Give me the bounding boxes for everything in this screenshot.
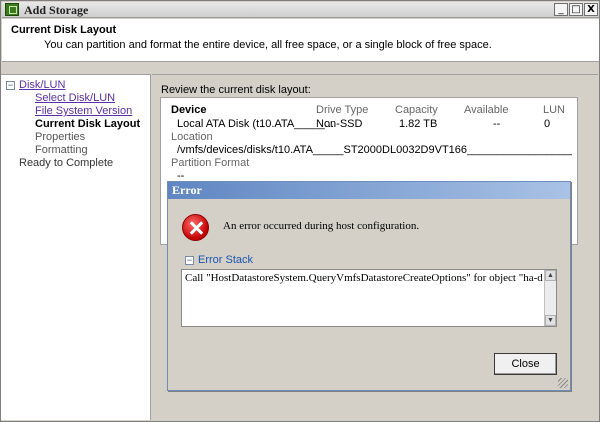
nav-item-disk-lun[interactable]: Disk/LUN <box>19 79 65 91</box>
nav-item-current-disk-layout: Current Disk Layout <box>35 118 141 130</box>
error-stack-collapse-icon[interactable]: − <box>185 256 194 265</box>
minimize-button[interactable]: _ <box>554 3 568 16</box>
app-icon <box>5 3 19 16</box>
col-drive-type: Drive Type <box>316 104 369 116</box>
partition-format-label: Partition Format <box>171 157 250 169</box>
col-device: Device <box>171 104 207 116</box>
error-stack-label[interactable]: Error Stack <box>198 254 253 266</box>
col-available: Available <box>464 104 509 116</box>
location-label: Location <box>171 131 213 143</box>
location-value: /vmfs/devices/disks/t10.ATA_____ST2000DL… <box>177 144 572 156</box>
review-label: Review the current disk layout: <box>161 84 311 96</box>
error-dialog: Error An error occurred during host conf… <box>167 181 571 391</box>
col-capacity: Capacity <box>395 104 438 116</box>
scroll-up-icon[interactable]: ▲ <box>545 270 556 281</box>
error-dialog-title: Error <box>172 183 202 197</box>
nav-collapse-icon[interactable]: − <box>6 81 15 90</box>
error-stack-scrollbar[interactable]: ▲ ▼ <box>544 270 556 326</box>
available-value: -- <box>493 118 501 130</box>
error-dialog-title-bar: Error <box>168 182 570 199</box>
col-lun: LUN <box>543 104 566 116</box>
title-bar: Add Storage _ □ X <box>2 2 599 18</box>
error-icon <box>182 214 209 241</box>
window-title: Add Storage <box>24 3 89 17</box>
nav-item-properties: Properties <box>35 131 86 143</box>
nav-item-ready-to-complete: Ready to Complete <box>19 157 114 169</box>
error-message: An error occurred during host configurat… <box>223 220 420 232</box>
nav-item-file-system-version[interactable]: File System Version <box>35 105 132 117</box>
wizard-header: Current Disk Layout You can partition an… <box>2 19 599 62</box>
close-button[interactable]: Close <box>494 353 557 375</box>
error-stack-textbox[interactable]: Call "HostDatastoreSystem.QueryVmfsDatas… <box>181 269 557 327</box>
scroll-down-icon[interactable]: ▼ <box>545 315 556 326</box>
lun-value: 0 <box>544 118 551 130</box>
close-window-button[interactable]: X <box>584 3 598 16</box>
drive-type-value: Non-SSD <box>316 118 363 130</box>
nav-item-formatting: Formatting <box>35 144 88 156</box>
device-name: Local ATA Disk (t10.ATA_____... <box>177 118 334 130</box>
maximize-button[interactable]: □ <box>569 3 583 16</box>
page-title: Current Disk Layout <box>11 24 117 36</box>
capacity-value: 1.82 TB <box>399 118 438 130</box>
error-stack-text: Call "HostDatastoreSystem.QueryVmfsDatas… <box>185 272 543 284</box>
nav-item-select-disk[interactable]: Select Disk/LUN <box>35 92 115 104</box>
page-subtitle: You can partition and format the entire … <box>44 39 492 51</box>
resize-grip-icon[interactable] <box>558 378 568 388</box>
